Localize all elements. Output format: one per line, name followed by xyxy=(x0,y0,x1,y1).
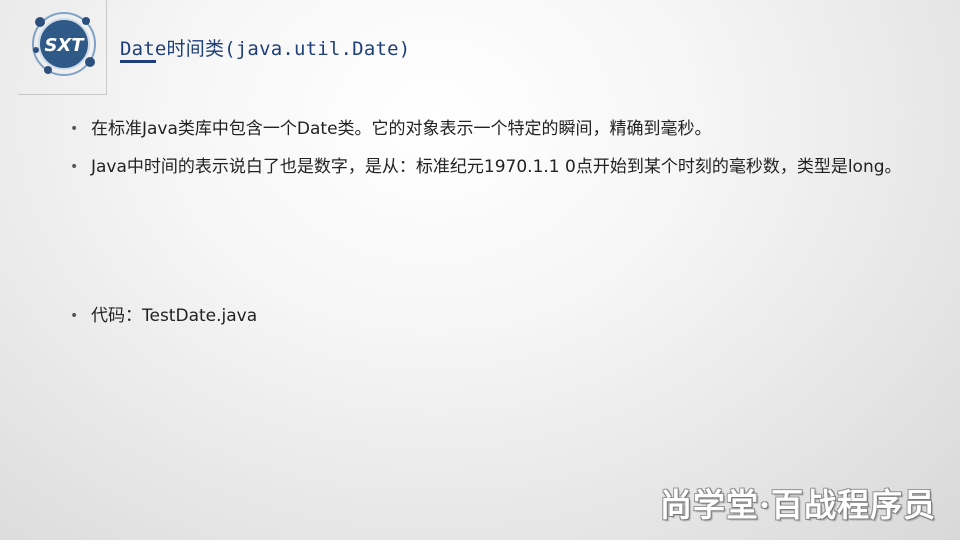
bullet-text: 在标准Java类库中包含一个Date类。它的对象表示一个特定的瞬间，精确到毫秒。 xyxy=(91,119,712,139)
bullet-dot: • xyxy=(70,121,79,137)
bullet-item-code: • 代码：TestDate.java xyxy=(70,297,930,335)
bullet-list: • 在标准Java类库中包含一个Date类。它的对象表示一个特定的瞬间，精确到毫… xyxy=(70,110,930,186)
sxt-logo-icon: SXT xyxy=(32,12,96,76)
slide-title: Date时间类(java.util.Date) xyxy=(120,38,411,60)
code-bullet-text: 代码：TestDate.java xyxy=(91,306,258,326)
bullet-item: • 在标准Java类库中包含一个Date类。它的对象表示一个特定的瞬间，精确到毫… xyxy=(70,110,930,148)
bullet-dot: • xyxy=(70,308,79,324)
logo-text: SXT xyxy=(44,35,85,56)
logo-box: SXT xyxy=(18,0,107,95)
code-bullet-list: • 代码：TestDate.java xyxy=(70,297,930,335)
watermark: 尚学堂·百战程序员 xyxy=(660,486,937,524)
title-underline xyxy=(120,60,156,63)
bullet-item: • Java中时间的表示说白了也是数字，是从：标准纪元1970.1.1 0点开始… xyxy=(70,148,930,186)
bullet-dot: • xyxy=(70,159,79,175)
bullet-text: Java中时间的表示说白了也是数字，是从：标准纪元1970.1.1 0点开始到某… xyxy=(91,157,902,177)
